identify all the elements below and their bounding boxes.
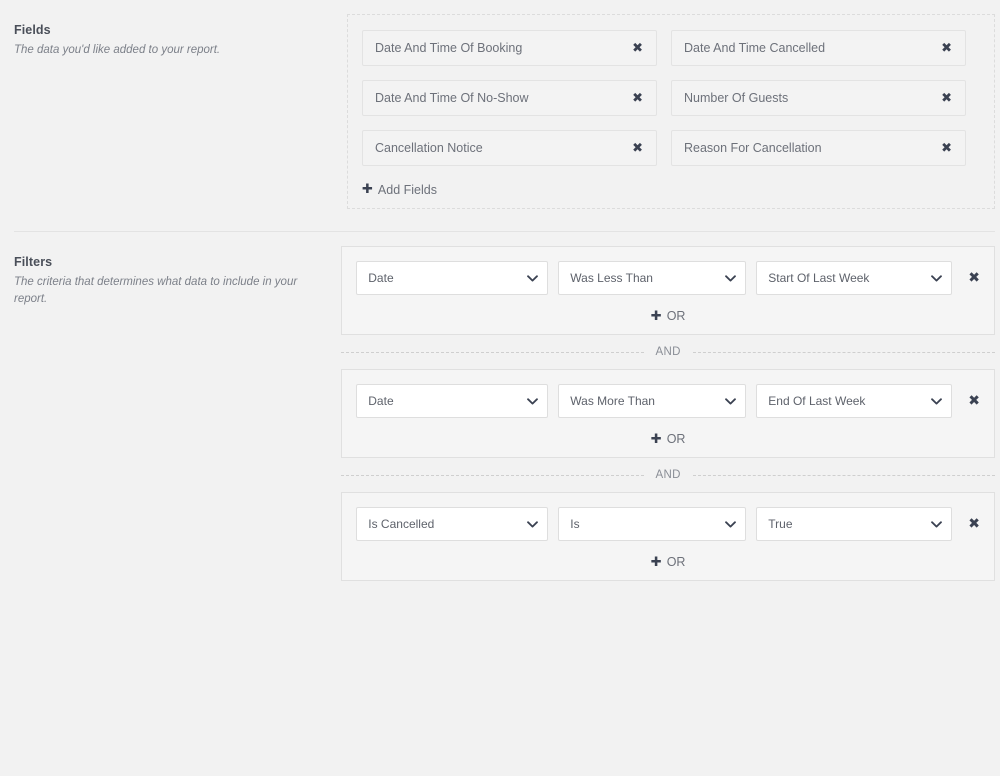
- and-line-right: [692, 474, 996, 476]
- filters-section: Filters The criteria that determines wha…: [0, 232, 1000, 581]
- close-icon[interactable]: ✖: [624, 92, 643, 105]
- filter-value-select[interactable]: True: [756, 507, 953, 541]
- field-pill-cell: Number Of Guests ✖: [671, 80, 980, 116]
- filter-group-list: Date Was Less Than Start Of Last Week ✖ …: [341, 246, 996, 581]
- field-pill-grid: Date And Time Of Booking ✖ Date And Time…: [362, 30, 980, 180]
- filters-content-column: Date Was Less Than Start Of Last Week ✖ …: [341, 232, 1000, 581]
- filter-operator-select[interactable]: Is: [558, 507, 747, 541]
- field-pill-cell: Reason For Cancellation ✖: [671, 130, 980, 166]
- add-or-button[interactable]: ✚ OR: [651, 309, 686, 323]
- close-icon[interactable]: ✖: [933, 142, 952, 155]
- delete-filter-button[interactable]: ✖: [968, 517, 980, 531]
- filter-value-select[interactable]: End Of Last Week: [756, 384, 953, 418]
- plus-icon: ✚: [650, 308, 662, 324]
- filter-group: Date Was More Than End Of Last Week ✖ ✚ …: [341, 369, 995, 458]
- field-pill-label: Cancellation Notice: [375, 141, 483, 155]
- filter-operator-select-wrap: Was More Than: [558, 384, 747, 418]
- filter-field-select-wrap: Is Cancelled: [356, 507, 549, 541]
- report-builder-page: Fields The data you'd like added to your…: [0, 0, 1000, 776]
- fields-section: Fields The data you'd like added to your…: [0, 0, 1000, 209]
- field-pill[interactable]: Number Of Guests ✖: [671, 80, 966, 116]
- filters-section-title: Filters: [14, 255, 53, 269]
- field-pill-cell: Cancellation Notice ✖: [362, 130, 671, 166]
- field-pill-cell: Date And Time Of Booking ✖: [362, 30, 671, 66]
- field-pill[interactable]: Date And Time Of Booking ✖: [362, 30, 657, 66]
- and-line-right: [692, 351, 996, 353]
- filter-group: Date Was Less Than Start Of Last Week ✖ …: [341, 246, 995, 335]
- filter-operator-select[interactable]: Was More Than: [558, 384, 747, 418]
- field-pill-label: Date And Time Of Booking: [375, 41, 523, 55]
- close-icon[interactable]: ✖: [933, 92, 952, 105]
- and-separator: AND: [341, 458, 996, 492]
- filter-value-select-wrap: Start Of Last Week: [756, 261, 953, 295]
- plus-icon: ✚: [650, 554, 662, 570]
- field-pill-label: Reason For Cancellation: [684, 141, 822, 155]
- filter-value-select[interactable]: Start Of Last Week: [756, 261, 953, 295]
- filter-field-select[interactable]: Date: [356, 384, 549, 418]
- add-fields-label: Add Fields: [377, 182, 437, 197]
- filter-field-select[interactable]: Date: [356, 261, 549, 295]
- filter-row: Date Was More Than End Of Last Week ✖: [356, 384, 980, 418]
- filter-field-select-wrap: Date: [356, 261, 549, 295]
- close-icon[interactable]: ✖: [933, 42, 952, 55]
- fields-section-title: Fields: [14, 23, 51, 37]
- filter-operator-select-wrap: Was Less Than: [558, 261, 747, 295]
- filter-operator-select[interactable]: Was Less Than: [558, 261, 747, 295]
- plus-icon: ✚: [362, 182, 373, 197]
- and-label: AND: [655, 469, 681, 481]
- and-line-left: [341, 351, 644, 353]
- add-or-label: OR: [666, 432, 686, 446]
- close-icon[interactable]: ✖: [624, 42, 643, 55]
- fields-section-description: The data you'd like added to your report…: [14, 44, 221, 56]
- filters-section-description: The criteria that determines what data t…: [14, 276, 298, 305]
- add-or-button[interactable]: ✚ OR: [651, 555, 686, 569]
- add-or-label: OR: [666, 309, 686, 323]
- filter-value-select-wrap: True: [756, 507, 953, 541]
- filter-row: Date Was Less Than Start Of Last Week ✖: [356, 261, 980, 295]
- filters-label-column: Filters The criteria that determines wha…: [0, 232, 341, 308]
- add-fields-button[interactable]: ✚ Add Fields: [362, 183, 437, 197]
- filter-group: Is Cancelled Is True ✖ ✚ OR: [341, 492, 995, 581]
- add-or-row: ✚ OR: [356, 309, 980, 323]
- and-separator: AND: [341, 335, 996, 369]
- filter-field-select-wrap: Date: [356, 384, 549, 418]
- filter-field-select[interactable]: Is Cancelled: [356, 507, 549, 541]
- delete-filter-button[interactable]: ✖: [968, 271, 980, 285]
- filter-value-select-wrap: End Of Last Week: [756, 384, 953, 418]
- field-pill-cell: Date And Time Of No-Show ✖: [362, 80, 671, 116]
- fields-content-column: Date And Time Of Booking ✖ Date And Time…: [347, 0, 1000, 209]
- field-pill[interactable]: Date And Time Of No-Show ✖: [362, 80, 657, 116]
- fields-dropzone[interactable]: Date And Time Of Booking ✖ Date And Time…: [347, 14, 995, 209]
- close-icon[interactable]: ✖: [624, 142, 643, 155]
- field-pill[interactable]: Reason For Cancellation ✖: [671, 130, 966, 166]
- add-or-row: ✚ OR: [356, 555, 980, 569]
- delete-filter-button[interactable]: ✖: [968, 394, 980, 408]
- plus-icon: ✚: [650, 431, 662, 447]
- field-pill[interactable]: Cancellation Notice ✖: [362, 130, 657, 166]
- field-pill-label: Date And Time Cancelled: [684, 41, 826, 55]
- field-pill-cell: Date And Time Cancelled ✖: [671, 30, 980, 66]
- filter-row: Is Cancelled Is True ✖: [356, 507, 980, 541]
- add-or-button[interactable]: ✚ OR: [651, 432, 686, 446]
- field-pill-label: Number Of Guests: [684, 91, 789, 105]
- add-or-label: OR: [666, 555, 686, 569]
- fields-label-column: Fields The data you'd like added to your…: [0, 0, 347, 59]
- and-label: AND: [655, 346, 681, 358]
- field-pill[interactable]: Date And Time Cancelled ✖: [671, 30, 966, 66]
- field-pill-label: Date And Time Of No-Show: [375, 91, 529, 105]
- filter-operator-select-wrap: Is: [558, 507, 747, 541]
- and-line-left: [341, 474, 644, 476]
- add-or-row: ✚ OR: [356, 432, 980, 446]
